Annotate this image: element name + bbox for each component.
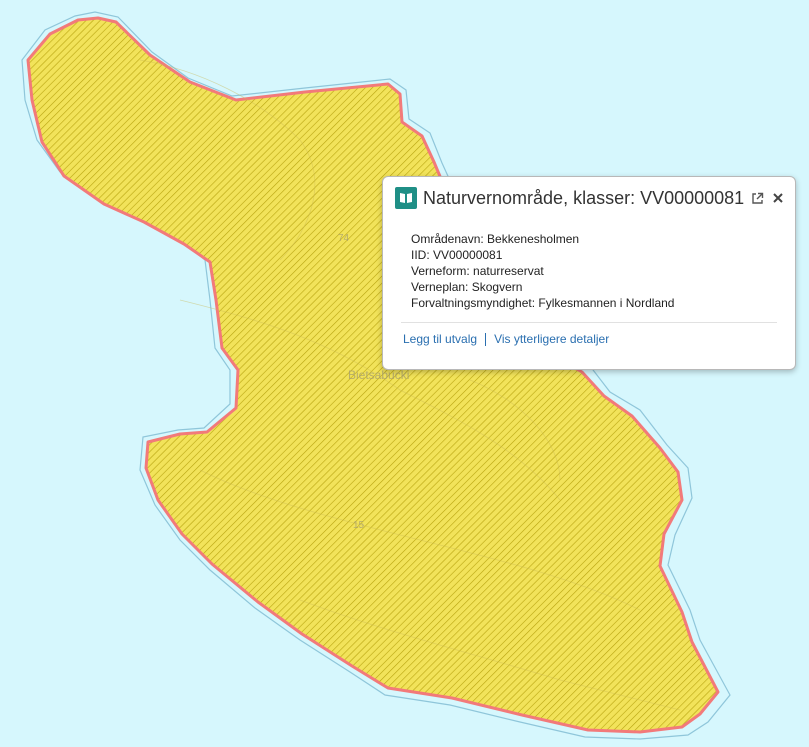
attribute-protection-plan: Verneplan: Skogvern bbox=[411, 280, 523, 294]
attribute-iid: IID: VV00000081 bbox=[411, 248, 503, 262]
action-separator bbox=[485, 332, 487, 346]
popup-title: Naturvernområde, klasser: VV00000081 bbox=[423, 187, 745, 208]
close-icon[interactable] bbox=[771, 190, 785, 206]
attribute-management-authority: Forvaltningsmyndighet: Fylkesmannen i No… bbox=[411, 296, 675, 310]
popup-divider bbox=[401, 322, 777, 323]
elevation-label: 74 bbox=[338, 233, 350, 244]
elevation-label: 15 bbox=[353, 520, 365, 531]
attribute-protection-form: Verneform: naturreservat bbox=[411, 264, 544, 278]
popup-actions: Legg til utvalg Vis ytterligere detaljer bbox=[403, 332, 609, 346]
popup-header: Naturvernområde, klasser: VV00000081 bbox=[395, 185, 785, 211]
book-icon bbox=[395, 187, 417, 209]
place-label: Bietsabucki bbox=[348, 368, 410, 382]
add-to-selection-link[interactable]: Legg til utvalg bbox=[403, 332, 477, 346]
map-view[interactable]: Bietsabucki 74 15 Naturvernområde, klass… bbox=[0, 0, 809, 747]
popout-icon[interactable] bbox=[750, 190, 764, 206]
attribute-area-name: Områdenavn: Bekkenesholmen bbox=[411, 232, 580, 246]
more-details-link[interactable]: Vis ytterligere detaljer bbox=[494, 332, 609, 346]
attribute-list: Områdenavn: Bekkenesholmen IID: VV000000… bbox=[411, 231, 674, 311]
feature-popup[interactable]: Naturvernområde, klasser: VV00000081 Omr… bbox=[382, 176, 796, 370]
